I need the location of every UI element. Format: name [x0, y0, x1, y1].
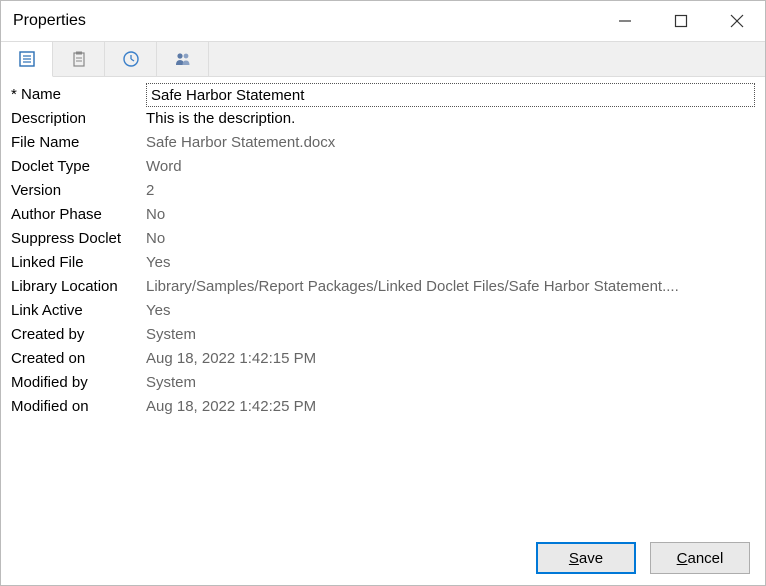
field-linkedfile: Linked File Yes	[11, 251, 755, 275]
field-doclettype: Doclet Type Word	[11, 155, 755, 179]
description-value: This is the description.	[146, 107, 755, 131]
modifiedon-value: Aug 18, 2022 1:42:25 PM	[146, 395, 755, 419]
modifiedon-label: Modified on	[11, 395, 146, 419]
minimize-icon	[618, 14, 632, 28]
maximize-icon	[674, 14, 688, 28]
field-filename: File Name Safe Harbor Statement.docx	[11, 131, 755, 155]
field-createdby: Created by System	[11, 323, 755, 347]
minimize-button[interactable]	[597, 1, 653, 41]
field-modifiedby: Modified by System	[11, 371, 755, 395]
tab-clipboard[interactable]	[53, 42, 105, 76]
tabstrip	[1, 41, 765, 77]
createdby-value: System	[146, 323, 755, 347]
field-linkactive: Link Active Yes	[11, 299, 755, 323]
linkactive-label: Link Active	[11, 299, 146, 323]
doclettype-label: Doclet Type	[11, 155, 146, 179]
filename-label: File Name	[11, 131, 146, 155]
save-rest: ave	[579, 550, 603, 567]
clipboard-icon	[70, 50, 88, 68]
linkedfile-value: Yes	[146, 251, 755, 275]
users-icon	[173, 50, 193, 68]
save-button[interactable]: Save	[536, 542, 636, 574]
field-version: Version 2	[11, 179, 755, 203]
titlebar: Properties	[1, 1, 765, 41]
name-input[interactable]	[146, 83, 755, 107]
tab-properties[interactable]	[1, 42, 53, 77]
createdon-value: Aug 18, 2022 1:42:15 PM	[146, 347, 755, 371]
field-name: * Name	[11, 83, 755, 107]
properties-panel: * Name Description This is the descripti…	[1, 77, 765, 419]
field-createdon: Created on Aug 18, 2022 1:42:15 PM	[11, 347, 755, 371]
maximize-button[interactable]	[653, 1, 709, 41]
field-suppressdoclet: Suppress Doclet No	[11, 227, 755, 251]
close-icon	[730, 14, 744, 28]
tab-history[interactable]	[105, 42, 157, 76]
version-label: Version	[11, 179, 146, 203]
librarylocation-value: Library/Samples/Report Packages/Linked D…	[146, 275, 755, 299]
librarylocation-label: Library Location	[11, 275, 146, 299]
linkactive-value: Yes	[146, 299, 755, 323]
authorphase-value: No	[146, 203, 755, 227]
description-label: Description	[11, 107, 146, 131]
filename-value: Safe Harbor Statement.docx	[146, 131, 755, 155]
suppressdoclet-label: Suppress Doclet	[11, 227, 146, 251]
modifiedby-label: Modified by	[11, 371, 146, 395]
field-description: Description This is the description.	[11, 107, 755, 131]
cancel-button[interactable]: Cancel	[650, 542, 750, 574]
cancel-rest: ancel	[687, 550, 723, 567]
name-label: * Name	[11, 83, 146, 107]
field-authorphase: Author Phase No	[11, 203, 755, 227]
field-librarylocation: Library Location Library/Samples/Report …	[11, 275, 755, 299]
version-value: 2	[146, 179, 755, 203]
modifiedby-value: System	[146, 371, 755, 395]
window-title: Properties	[13, 12, 597, 30]
doclettype-value: Word	[146, 155, 755, 179]
properties-icon	[18, 50, 36, 68]
createdon-label: Created on	[11, 347, 146, 371]
createdby-label: Created by	[11, 323, 146, 347]
dialog-footer: Save Cancel	[536, 542, 750, 574]
suppressdoclet-value: No	[146, 227, 755, 251]
linkedfile-label: Linked File	[11, 251, 146, 275]
close-button[interactable]	[709, 1, 765, 41]
authorphase-label: Author Phase	[11, 203, 146, 227]
field-modifiedon: Modified on Aug 18, 2022 1:42:25 PM	[11, 395, 755, 419]
tab-users[interactable]	[157, 42, 209, 76]
window-controls	[597, 1, 765, 41]
clock-icon	[122, 50, 140, 68]
